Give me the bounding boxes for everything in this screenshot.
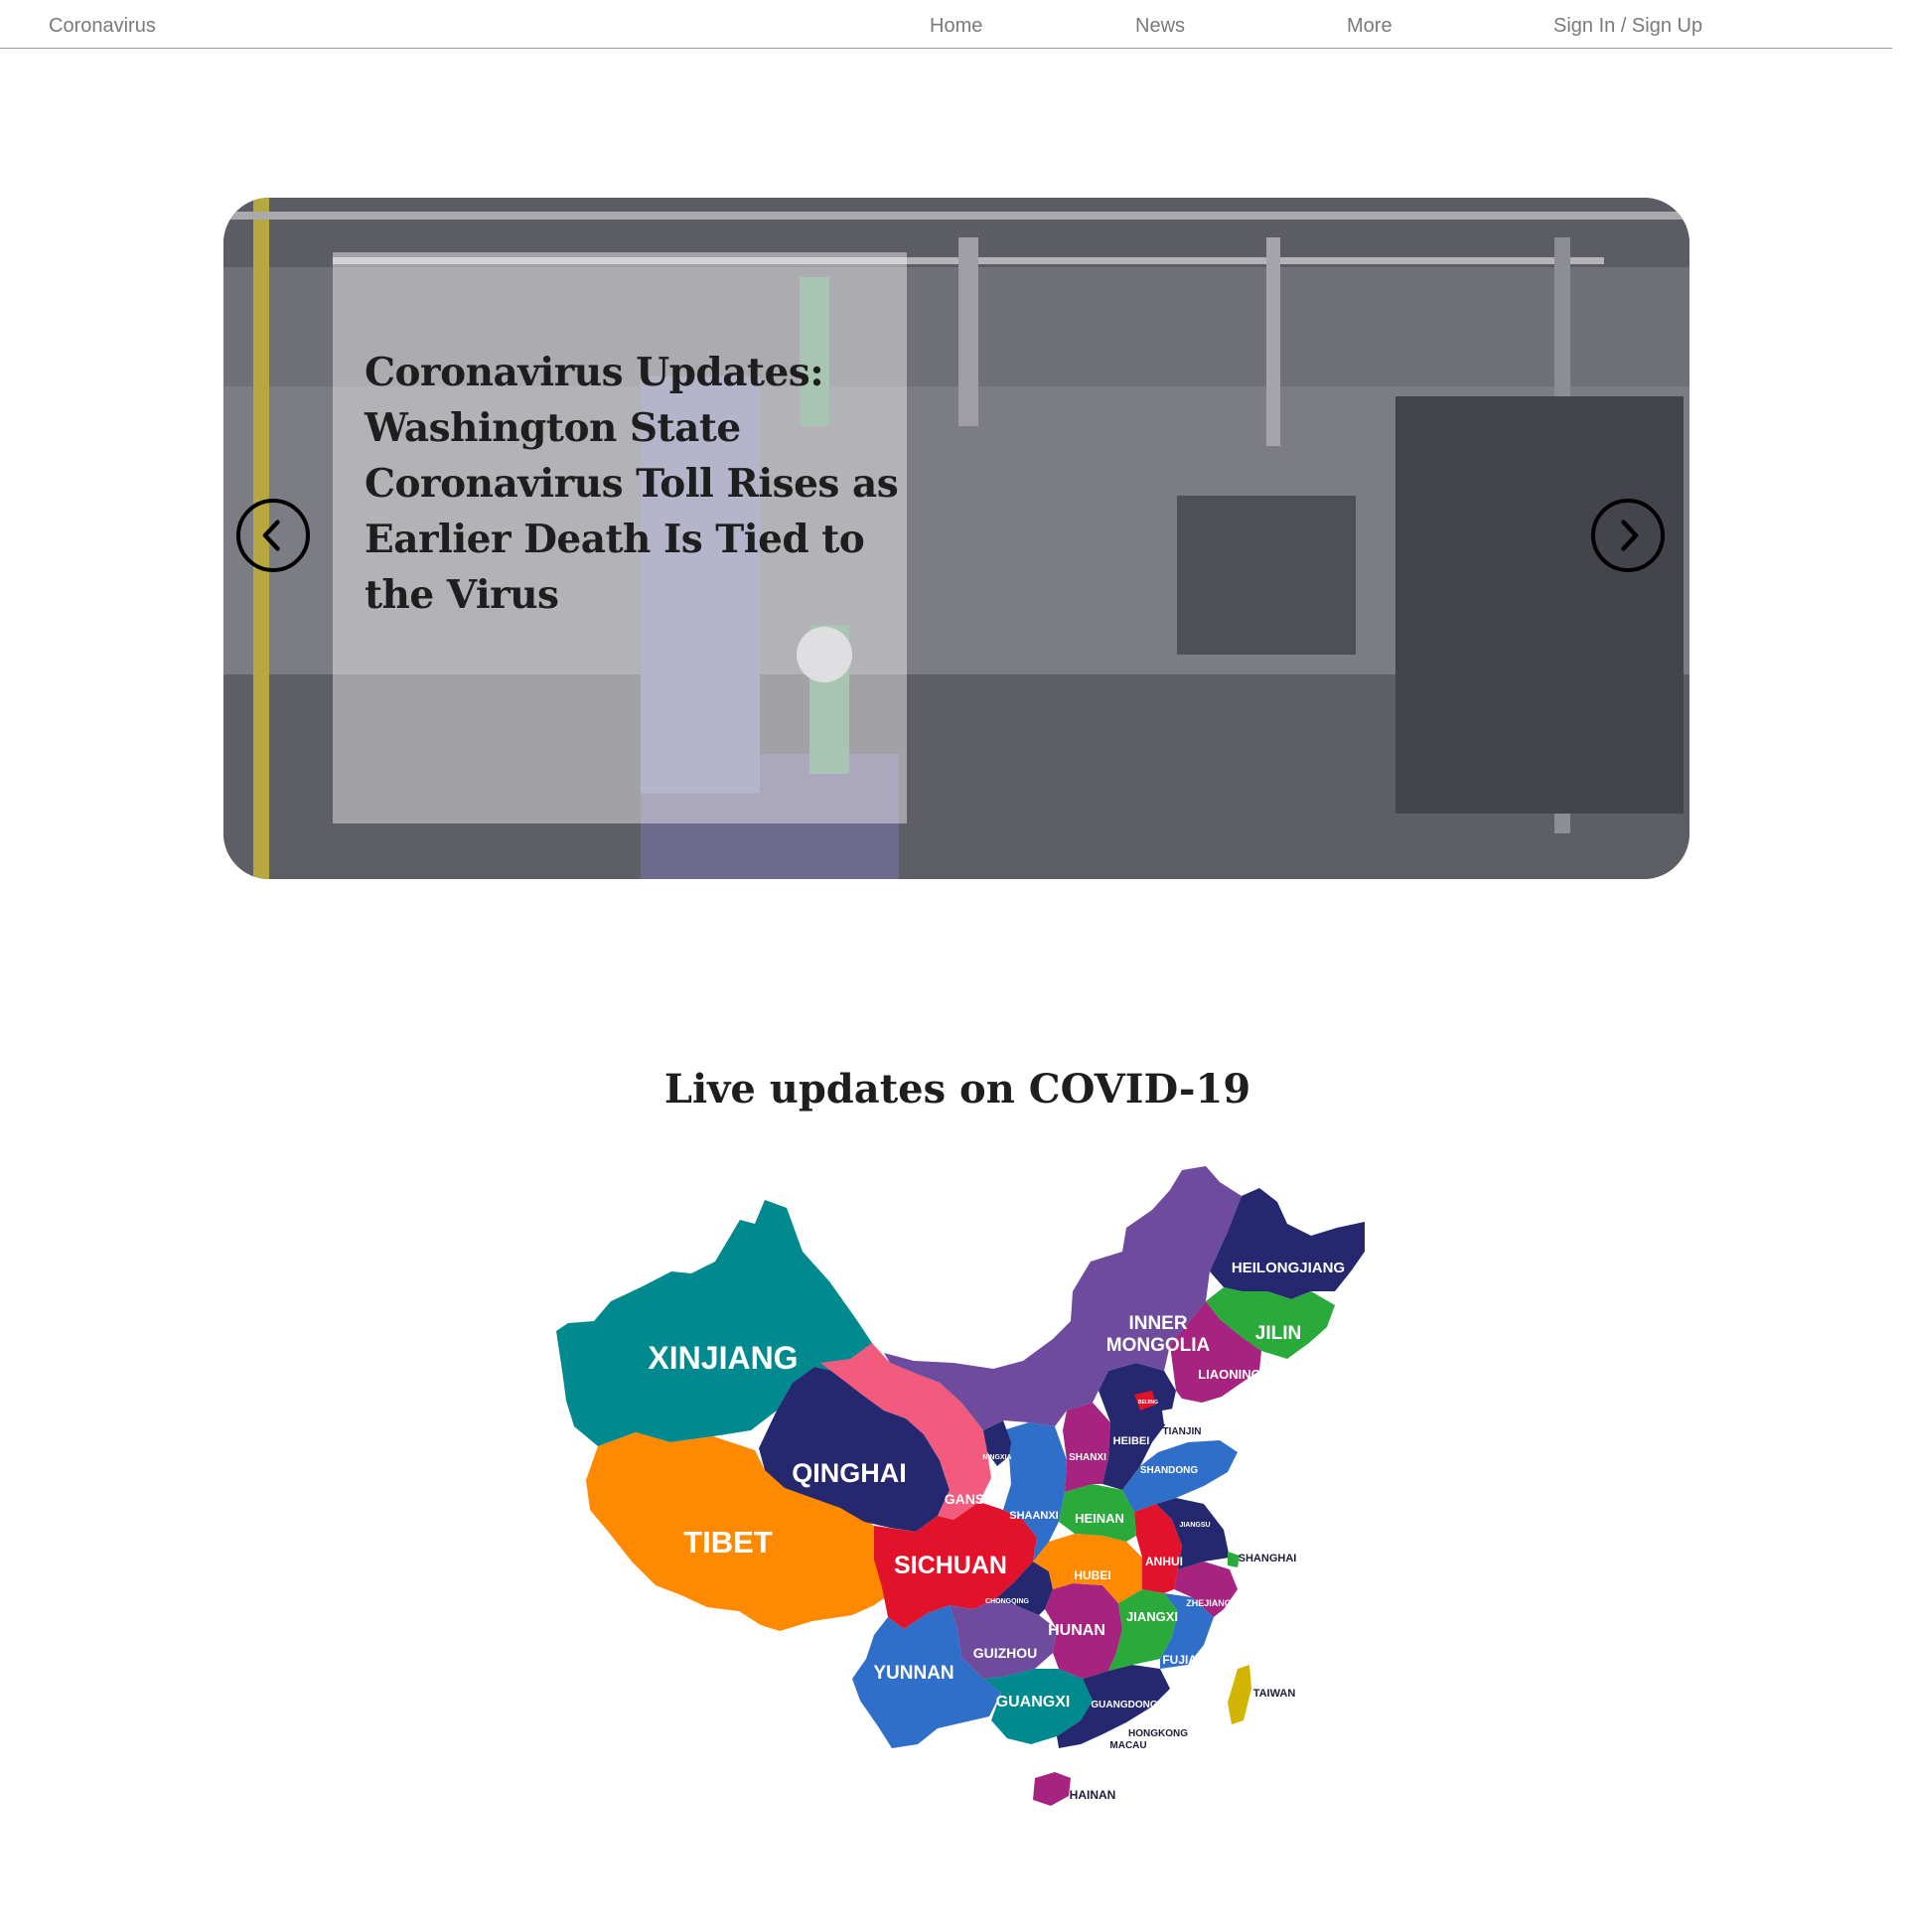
label-shanghai: SHANGHAI bbox=[1239, 1553, 1297, 1564]
label-yunnan: YUNNAN bbox=[873, 1663, 954, 1684]
label-anhui: ANHUI bbox=[1145, 1555, 1183, 1568]
label-hainan: HAINAN bbox=[1070, 1788, 1116, 1802]
label-shaanxi: SHAANXI bbox=[1009, 1510, 1059, 1522]
label-zhejiang: ZHEJIANG bbox=[1186, 1598, 1232, 1608]
label-beijing: BEIJING bbox=[1138, 1400, 1158, 1406]
label-qinghai: QINGHAI bbox=[792, 1458, 907, 1488]
label-jiangxi: JIANGXI bbox=[1126, 1609, 1178, 1624]
label-chongqing: CHONGQING bbox=[985, 1598, 1030, 1605]
label-fujian: FUJIAN bbox=[1162, 1653, 1205, 1667]
label-hongkong: HONGKONG bbox=[1128, 1728, 1188, 1739]
label-taiwan: TAIWAN bbox=[1253, 1688, 1296, 1700]
label-xinjiang: XINJIANG bbox=[648, 1340, 798, 1376]
label-hunan: HUNAN bbox=[1048, 1622, 1105, 1639]
label-inner-mongolia-line2: MONGOLIA bbox=[1106, 1335, 1211, 1356]
brand-logo-text[interactable]: Coronavirus bbox=[49, 15, 156, 38]
nav-link-home[interactable]: Home bbox=[930, 15, 982, 38]
label-guangdong: GUANGDONG bbox=[1091, 1700, 1157, 1710]
label-inner-mongolia-line1: INNER bbox=[1128, 1313, 1187, 1334]
label-guizhou: GUIZHOU bbox=[973, 1645, 1038, 1661]
region-shanxi[interactable] bbox=[1063, 1403, 1110, 1492]
label-sichuan: SICHUAN bbox=[894, 1552, 1007, 1579]
news-carousel: Coronavirus Updates: Washington State Co… bbox=[223, 198, 1689, 879]
label-shandong: SHANDONG bbox=[1140, 1465, 1199, 1476]
china-province-map[interactable]: XINJIANG TIBET QINGHAI SICHUAN GANSU NIN… bbox=[536, 1157, 1371, 1813]
label-heinan: HEINAN bbox=[1075, 1511, 1124, 1526]
label-heibei: HEIBEI bbox=[1113, 1435, 1150, 1447]
label-macau: MACAU bbox=[1109, 1740, 1146, 1751]
label-hubei: HUBEI bbox=[1074, 1568, 1110, 1582]
label-liaoning: LIAONING bbox=[1198, 1367, 1261, 1382]
label-tianjin: TIANJIN bbox=[1163, 1426, 1202, 1437]
chevron-right-icon bbox=[1621, 520, 1639, 551]
chevron-left-icon bbox=[262, 520, 280, 551]
top-nav: Coronavirus Home News More Sign In / Sig… bbox=[0, 0, 1892, 49]
label-jilin: JILIN bbox=[1255, 1323, 1301, 1344]
nav-link-sign-in-sign-up[interactable]: Sign In / Sign Up bbox=[1553, 15, 1702, 38]
label-gansu: GANSU bbox=[945, 1491, 995, 1507]
label-shanxi: SHANXI bbox=[1069, 1452, 1106, 1463]
region-tianjin[interactable] bbox=[1162, 1409, 1176, 1424]
nav-link-more[interactable]: More bbox=[1347, 15, 1393, 38]
region-hainan[interactable] bbox=[1033, 1772, 1071, 1806]
nav-link-news[interactable]: News bbox=[1135, 15, 1185, 38]
region-taiwan[interactable] bbox=[1228, 1665, 1251, 1724]
label-ningxia: NINGXIA bbox=[982, 1454, 1011, 1461]
live-updates-heading: Live updates on COVID-19 bbox=[663, 1066, 1251, 1113]
carousel-headline[interactable]: Coronavirus Updates: Washington State Co… bbox=[365, 345, 901, 623]
carousel-next-button[interactable] bbox=[1591, 499, 1665, 572]
label-jiangsu: JIANGSU bbox=[1179, 1522, 1210, 1529]
carousel-prev-button[interactable] bbox=[236, 499, 310, 572]
label-guangxi: GUANGXI bbox=[996, 1694, 1071, 1710]
label-tibet: TIBET bbox=[683, 1525, 773, 1560]
label-heilongjiang: HEILONGJIANG bbox=[1232, 1260, 1345, 1276]
